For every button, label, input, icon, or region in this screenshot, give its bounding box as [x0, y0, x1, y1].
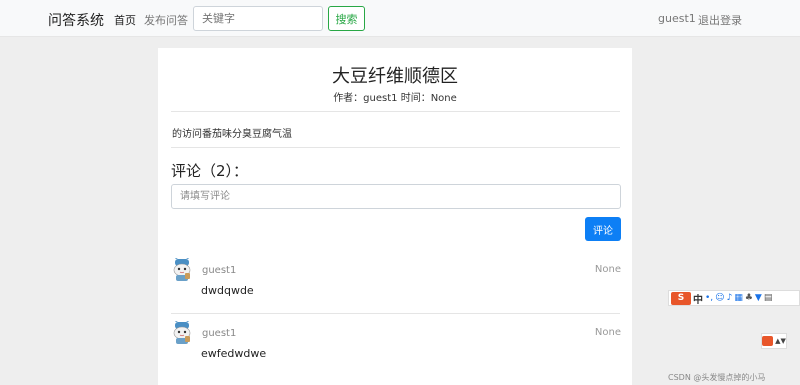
- ime-toolbar[interactable]: S 中 •, ☺ ♪ ▦ ♣ ▼ ▤: [668, 290, 800, 306]
- navbar: 问答系统 首页 发布问答 搜索 guest1 退出登录: [0, 0, 800, 37]
- comment-item: guest1 None ewfedwdwe: [171, 321, 621, 381]
- comment-author: guest1: [202, 328, 237, 339]
- chevron-updown-icon[interactable]: ▲▼: [775, 337, 786, 345]
- microphone-icon[interactable]: ♪: [727, 293, 733, 303]
- avatar: [173, 258, 191, 281]
- comments-heading: 评论（2）：: [171, 162, 249, 180]
- user-icon[interactable]: ♣: [745, 293, 753, 303]
- divider: [171, 313, 620, 314]
- grid-menu-icon[interactable]: ▤: [764, 293, 773, 303]
- divider: [171, 147, 620, 148]
- post-meta: 作者：guest1 时间：None: [333, 93, 457, 104]
- brand-logo[interactable]: 问答系统: [48, 10, 104, 30]
- comment-input[interactable]: [171, 184, 621, 209]
- punctuation-icon[interactable]: •,: [705, 293, 713, 303]
- ime-language-toggle[interactable]: 中: [693, 291, 703, 306]
- comment-text: ewfedwdwe: [201, 347, 267, 360]
- avatar: [173, 321, 191, 344]
- post-title: 大豆纤维顺德区: [332, 66, 458, 87]
- ime-mini-toolbar[interactable]: ▲▼: [761, 333, 787, 349]
- keyboard-icon[interactable]: ▦: [734, 293, 743, 303]
- comment-text: dwdqwde: [201, 284, 254, 297]
- search-input[interactable]: [193, 6, 323, 31]
- search-button[interactable]: 搜索: [328, 6, 365, 31]
- divider: [171, 111, 620, 112]
- skin-icon[interactable]: ▼: [755, 293, 762, 303]
- sogou-logo-icon[interactable]: S: [671, 291, 691, 305]
- logout-link[interactable]: 退出登录: [698, 12, 742, 28]
- nav-username[interactable]: guest1: [658, 12, 696, 25]
- nav-publish-link[interactable]: 发布问答: [144, 12, 188, 28]
- comment-item: guest1 None dwdqwde: [171, 258, 621, 318]
- watermark: CSDN @头发慢点掉的小马: [668, 373, 766, 382]
- post-card: 大豆纤维顺德区 作者：guest1 时间：None 的访问番茄味分臭豆腐气温 评…: [158, 48, 632, 385]
- sogou-mini-icon[interactable]: [762, 336, 774, 346]
- comment-time: None: [594, 327, 621, 338]
- submit-comment-button[interactable]: 评论: [585, 217, 621, 241]
- post-content: 的访问番茄味分臭豆腐气温: [172, 129, 292, 140]
- comment-author: guest1: [202, 265, 237, 276]
- comment-time: None: [594, 264, 621, 275]
- nav-home-link[interactable]: 首页: [114, 12, 136, 28]
- emoji-icon[interactable]: ☺: [715, 293, 724, 303]
